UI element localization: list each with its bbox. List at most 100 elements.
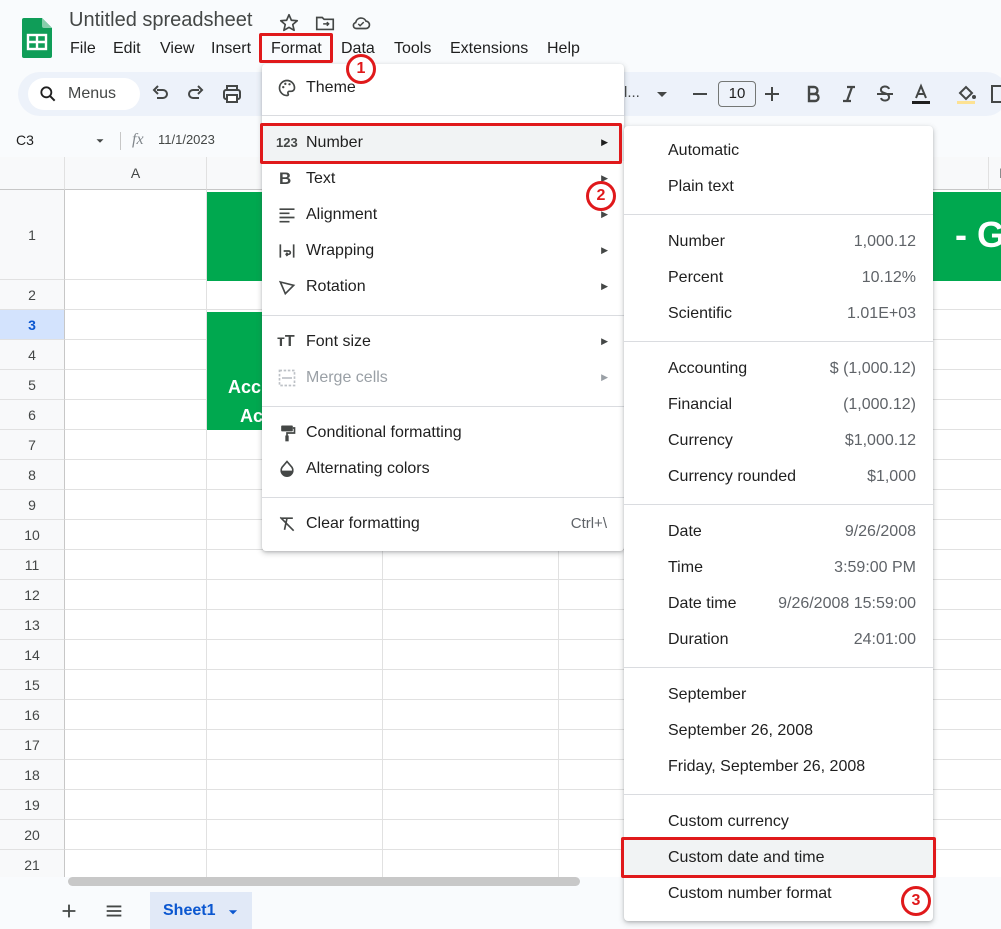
increase-font-size-icon[interactable] (760, 82, 784, 106)
number-format-option[interactable]: Automatic (624, 133, 933, 169)
italic-icon[interactable] (837, 82, 861, 106)
menu-tools[interactable]: Tools (388, 38, 437, 60)
format-menu-clear-formatting[interactable]: Clear formatting Ctrl+\ (262, 506, 624, 542)
row-header[interactable]: 21 (0, 850, 65, 877)
borders-icon[interactable] (990, 82, 1001, 106)
menu-insert[interactable]: Insert (205, 38, 257, 60)
row-header[interactable]: 4 (0, 340, 65, 370)
format-menu-alternating-colors[interactable]: Alternating colors (262, 451, 624, 487)
sheets-logo-icon[interactable] (22, 18, 52, 58)
merge-icon (278, 369, 296, 387)
fill-color-icon[interactable] (954, 82, 978, 106)
option-label: Currency (668, 432, 733, 449)
option-label: Friday, September 26, 2008 (668, 758, 866, 775)
bold-icon[interactable] (801, 82, 825, 106)
number-format-option[interactable]: Number 1,000.12 (624, 224, 933, 260)
row-header[interactable]: 16 (0, 700, 65, 730)
step-badge-2: 2 (586, 181, 616, 211)
move-folder-icon[interactable] (314, 12, 336, 34)
number-format-option[interactable]: Date time 9/26/2008 15:59:00 (624, 586, 933, 622)
row-header[interactable]: 17 (0, 730, 65, 760)
decrease-font-size-icon[interactable] (688, 82, 712, 106)
horizontal-scrollbar[interactable] (68, 877, 580, 886)
add-sheet-icon[interactable] (58, 900, 80, 922)
all-sheets-icon[interactable] (103, 900, 125, 922)
row-header[interactable]: 20 (0, 820, 65, 850)
fx-icon: fx (132, 131, 144, 148)
strikethrough-icon[interactable] (873, 82, 897, 106)
format-menu-conditional-formatting[interactable]: Conditional formatting (262, 415, 624, 451)
number-format-option[interactable]: Accounting $ (1,000.12) (624, 351, 933, 387)
row-header[interactable]: 3 (0, 310, 65, 340)
number-format-option[interactable]: Scientific 1.01E+03 (624, 296, 933, 332)
number-format-option[interactable]: Custom number format (624, 876, 933, 912)
row-header[interactable]: 10 (0, 520, 65, 550)
highlight-number-item (260, 123, 622, 164)
number-format-option[interactable]: Friday, September 26, 2008 (624, 749, 933, 785)
row-header[interactable]: 13 (0, 610, 65, 640)
font-size-input[interactable]: 10 (718, 81, 756, 107)
col-header-f[interactable]: F (989, 157, 1001, 190)
menu-edit[interactable]: Edit (107, 38, 147, 60)
number-format-option[interactable]: Plain text (624, 169, 933, 205)
star-icon[interactable] (278, 12, 300, 34)
format-menu-theme[interactable]: Theme (262, 70, 624, 106)
row-header[interactable]: 7 (0, 430, 65, 460)
number-format-option[interactable]: September 26, 2008 (624, 713, 933, 749)
submenu-arrow-icon: ▶ (601, 281, 608, 291)
row-header[interactable]: 8 (0, 460, 65, 490)
row-header[interactable]: 12 (0, 580, 65, 610)
row-header[interactable]: 19 (0, 790, 65, 820)
row-header[interactable]: 14 (0, 640, 65, 670)
number-format-option[interactable]: Financial (1,000.12) (624, 387, 933, 423)
option-example: 9/26/2008 15:59:00 (778, 595, 916, 612)
format-menu-alignment[interactable]: Alignment ▶ (262, 197, 624, 233)
sheet-tab-active[interactable]: Sheet1 (150, 892, 252, 929)
option-label: Date time (668, 595, 737, 612)
name-box[interactable]: C3 (16, 132, 34, 148)
font-family-select[interactable]: l... (624, 84, 640, 101)
row-header[interactable]: 9 (0, 490, 65, 520)
menu-extensions[interactable]: Extensions (444, 38, 534, 60)
menu-file[interactable]: File (64, 38, 102, 60)
select-all-corner[interactable] (0, 157, 65, 190)
row-header[interactable]: 2 (0, 280, 65, 310)
row-header[interactable]: 11 (0, 550, 65, 580)
search-menus-input[interactable]: Menus (28, 78, 140, 110)
menu-item-label: Conditional formatting (306, 424, 462, 441)
print-icon[interactable] (220, 82, 244, 106)
format-menu-rotation[interactable]: Rotation ▶ (262, 269, 624, 305)
menu-help[interactable]: Help (541, 38, 586, 60)
number-format-option[interactable]: Percent 10.12% (624, 260, 933, 296)
formula-input[interactable]: 11/1/2023 (158, 132, 215, 147)
row-header[interactable]: 6 (0, 400, 65, 430)
palette-icon (278, 79, 296, 97)
row-header[interactable]: 5 (0, 370, 65, 400)
format-menu-text[interactable]: B Text ▶ (262, 161, 624, 197)
option-example: (1,000.12) (843, 396, 916, 413)
chevron-down-icon[interactable] (650, 82, 674, 106)
format-menu-font-size[interactable]: тT Font size ▶ (262, 324, 624, 360)
cloud-status-icon[interactable] (350, 12, 372, 34)
format-menu-wrapping[interactable]: Wrapping ▶ (262, 233, 624, 269)
undo-icon[interactable] (148, 82, 172, 106)
number-format-option[interactable]: September (624, 677, 933, 713)
number-format-option[interactable]: Time 3:59:00 PM (624, 550, 933, 586)
col-header-a[interactable]: A (65, 157, 207, 190)
option-example: 24:01:00 (853, 631, 916, 648)
rotation-icon (278, 280, 296, 296)
redo-icon[interactable] (184, 82, 208, 106)
menu-view[interactable]: View (154, 38, 200, 60)
name-box-dropdown-icon[interactable] (92, 134, 108, 148)
row-header[interactable]: 18 (0, 760, 65, 790)
number-format-option[interactable]: Currency $1,000.12 (624, 423, 933, 459)
number-format-option[interactable]: Date 9/26/2008 (624, 514, 933, 550)
chevron-down-icon[interactable] (226, 905, 240, 919)
row-header[interactable]: 1 (0, 190, 65, 280)
number-format-option[interactable]: Duration 24:01:00 (624, 622, 933, 658)
text-color-icon[interactable] (909, 82, 933, 106)
number-format-option[interactable]: Custom currency (624, 804, 933, 840)
row-header[interactable]: 15 (0, 670, 65, 700)
number-format-option[interactable]: Currency rounded $1,000 (624, 459, 933, 495)
document-title[interactable]: Untitled spreadsheet (69, 9, 252, 32)
